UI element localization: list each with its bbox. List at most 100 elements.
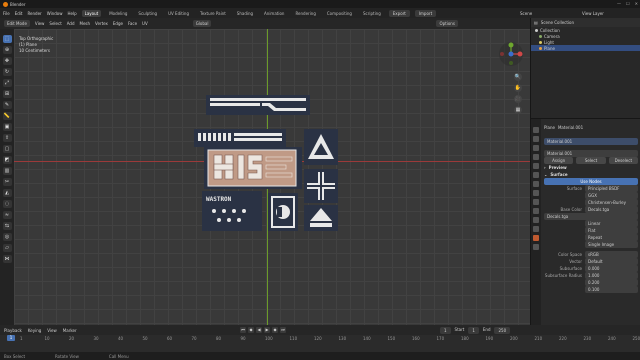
menu-face[interactable]: Face	[128, 21, 137, 26]
decal-sheet-mesh[interactable]: WASTRON	[192, 93, 352, 261]
loop-cut-icon[interactable]: ▥	[2, 167, 12, 175]
timeline-area[interactable]: 1 1 10 20 30 40 50 60 70 80 90 100 110 120 130 140 150 1…	[0, 335, 640, 352]
zoom-icon[interactable]: 🔍	[514, 73, 522, 81]
navigation-gizmo-icon[interactable]	[498, 41, 524, 67]
tab-texture-paint[interactable]: Texture Paint	[197, 10, 229, 17]
subsurface-method-dropdown[interactable]: Christensen-Burley	[585, 199, 638, 206]
deselect-button[interactable]: Deselect	[608, 157, 638, 164]
menu-add[interactable]: Add	[67, 21, 75, 26]
import-button[interactable]: Import	[414, 9, 437, 17]
inset-icon[interactable]: ▢	[2, 145, 12, 153]
menu-mesh[interactable]: Mesh	[80, 21, 91, 26]
prev-key-icon[interactable]: ◆	[248, 327, 254, 333]
smooth-icon[interactable]: ≈	[2, 211, 12, 219]
transform-icon[interactable]: ⊞	[2, 90, 12, 98]
menu-uv[interactable]: UV	[142, 21, 148, 26]
move-icon[interactable]: ✥	[2, 57, 12, 65]
menu-edit[interactable]: Edit	[15, 11, 23, 16]
current-frame-field[interactable]: 1	[440, 327, 451, 334]
menu-render[interactable]: Render	[27, 11, 41, 16]
play-icon[interactable]: ▶	[264, 327, 270, 333]
play-reverse-icon[interactable]: ◀	[256, 327, 262, 333]
spin-icon[interactable]: ◌	[2, 200, 12, 208]
camera-view-icon[interactable]: 🎥	[514, 95, 522, 103]
menu-select[interactable]: Select	[49, 21, 61, 26]
material-slot-item[interactable]: Material.001	[544, 137, 638, 145]
tab-sculpting[interactable]: Sculpting	[135, 10, 160, 17]
edge-slide-icon[interactable]: ⇆	[2, 222, 12, 230]
menu-help[interactable]: Help	[67, 11, 76, 16]
rip-icon[interactable]: ⋈	[2, 255, 12, 263]
playhead[interactable]: 1	[7, 335, 15, 341]
tab-shading[interactable]: Shading	[234, 10, 256, 17]
rotate-icon[interactable]: ↻	[2, 68, 12, 76]
keying-menu[interactable]: Keying	[28, 328, 41, 333]
cursor-icon[interactable]: ⊕	[2, 46, 12, 54]
particles-tab-icon[interactable]	[533, 199, 539, 205]
bevel-icon[interactable]: ◩	[2, 156, 12, 164]
extension-dropdown[interactable]: Repeat	[585, 234, 638, 241]
subsurface-radius-z[interactable]: 0.100	[585, 286, 638, 293]
data-tab-icon[interactable]	[533, 226, 539, 232]
assign-button[interactable]: Assign	[544, 157, 574, 164]
maximize-button[interactable]: ☐	[626, 1, 630, 6]
use-nodes-button[interactable]: Use Nodes	[544, 178, 638, 185]
material-slot-list[interactable]: Material.001	[542, 134, 640, 148]
poly-build-icon[interactable]: ◭	[2, 189, 12, 197]
distribution-dropdown[interactable]: GGX	[585, 192, 638, 199]
menu-view[interactable]: View	[35, 21, 45, 26]
pan-hand-icon[interactable]: ✋	[514, 84, 522, 92]
playback-menu[interactable]: Playback	[4, 328, 22, 333]
tab-uv-editing[interactable]: UV Editing	[165, 10, 192, 17]
minimize-button[interactable]: —	[617, 1, 621, 6]
modifier-tab-icon[interactable]	[533, 190, 539, 196]
surface-shader-field[interactable]: Principled BSDF	[585, 185, 638, 192]
color-space-dropdown[interactable]: sRGB	[585, 251, 638, 258]
jump-end-icon[interactable]: ⏭	[280, 327, 286, 333]
scene-selector[interactable]: Scene	[520, 11, 532, 16]
menu-vertex[interactable]: Vertex	[95, 21, 108, 26]
select-button[interactable]: Select	[576, 157, 606, 164]
export-button[interactable]: Export	[388, 9, 410, 17]
menu-edge[interactable]: Edge	[113, 21, 123, 26]
texture-tab-icon[interactable]	[533, 244, 539, 250]
tab-scripting[interactable]: Scripting	[360, 10, 384, 17]
jump-start-icon[interactable]: ⏮	[240, 327, 246, 333]
tool-tab-icon[interactable]	[533, 127, 539, 133]
select-box-icon[interactable]: ⬚	[2, 35, 12, 43]
perspective-grid-icon[interactable]: ▦	[514, 106, 522, 114]
tab-rendering[interactable]: Rendering	[292, 10, 318, 17]
tab-layout[interactable]: Layout	[81, 9, 102, 17]
start-frame-field[interactable]: 1	[468, 327, 479, 334]
subsurface-radius-x[interactable]: 1.000	[585, 272, 638, 279]
material-name-field[interactable]: Material.001	[544, 150, 638, 157]
subsurface-field[interactable]: 0.000	[585, 265, 638, 272]
tab-modeling[interactable]: Modeling	[106, 10, 130, 17]
measure-icon[interactable]: 📏	[2, 112, 12, 120]
render-tab-icon[interactable]	[533, 136, 539, 142]
view-layer-tab-icon[interactable]	[533, 154, 539, 160]
subsurface-radius-y[interactable]: 0.200	[585, 279, 638, 286]
menu-window[interactable]: Window	[47, 11, 63, 16]
object-tab-icon[interactable]	[533, 181, 539, 187]
close-button[interactable]: ✕	[635, 1, 638, 6]
material-tab-icon[interactable]	[533, 235, 539, 241]
knife-icon[interactable]: ✂	[2, 178, 12, 186]
extrude-icon[interactable]: ⇧	[2, 134, 12, 142]
physics-tab-icon[interactable]	[533, 208, 539, 214]
options-dropdown[interactable]: Options	[436, 20, 458, 27]
shear-icon[interactable]: ▱	[2, 244, 12, 252]
tab-animation[interactable]: Animation	[261, 10, 287, 17]
vector-field[interactable]: Default	[585, 258, 638, 265]
mode-dropdown[interactable]: Edit Mode	[4, 20, 30, 27]
view-layer-selector[interactable]: View Layer	[582, 11, 604, 16]
end-frame-field[interactable]: 250	[494, 327, 511, 334]
interpolation-dropdown[interactable]: Linear	[585, 220, 638, 227]
surface-section-header[interactable]: ⌄ Surface	[542, 171, 640, 178]
annotate-icon[interactable]: ✎	[2, 101, 12, 109]
tab-compositing[interactable]: Compositing	[324, 10, 355, 17]
image-name-field[interactable]: Decals.tga	[544, 213, 638, 220]
preview-section-header[interactable]: › Preview	[542, 164, 640, 171]
view-menu[interactable]: View	[47, 328, 57, 333]
constraints-tab-icon[interactable]	[533, 217, 539, 223]
